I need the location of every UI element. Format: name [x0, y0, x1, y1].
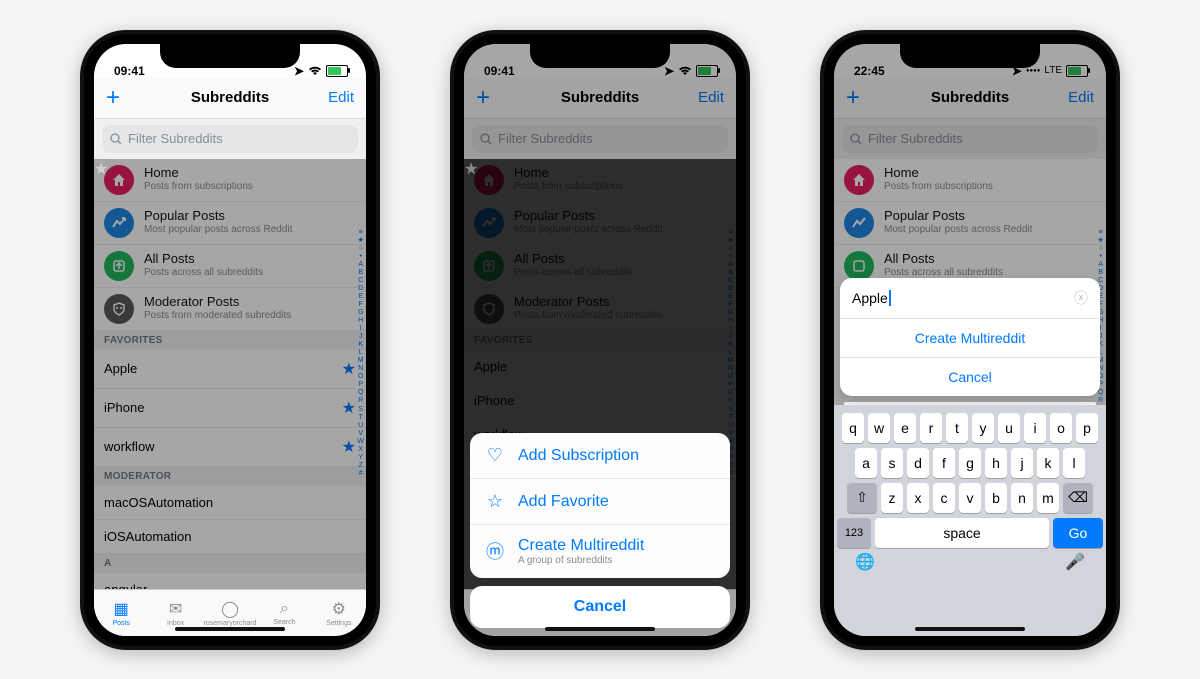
- key-f[interactable]: f: [933, 448, 955, 478]
- multireddit-icon: ⓜ: [484, 538, 506, 564]
- sub-item[interactable]: angular★: [94, 573, 366, 589]
- key-b[interactable]: b: [985, 483, 1007, 513]
- key-o[interactable]: o: [1050, 413, 1072, 443]
- phone-action-sheet: 09:41 ➤ +SubredditsEdit Filter Subreddit…: [450, 30, 750, 650]
- gear-icon: ⚙: [332, 599, 346, 619]
- clear-icon[interactable]: ⓧ: [1074, 288, 1088, 308]
- space-key[interactable]: space: [875, 518, 1049, 548]
- tab-posts[interactable]: ▦Posts: [94, 590, 148, 636]
- cancel-button[interactable]: Cancel: [470, 586, 730, 628]
- go-key[interactable]: Go: [1053, 518, 1103, 548]
- cancel-button[interactable]: Cancel: [840, 358, 1100, 396]
- home-indicator[interactable]: [175, 627, 285, 631]
- key-s[interactable]: s: [881, 448, 903, 478]
- battery-icon: [326, 65, 348, 77]
- backspace-key[interactable]: ⌫: [1063, 483, 1093, 513]
- key-l[interactable]: l: [1063, 448, 1085, 478]
- location-icon: ➤: [294, 64, 304, 78]
- name-input-sheet: Apple ⓧ Create Multireddit Cancel: [840, 278, 1100, 396]
- clock: 09:41: [114, 64, 145, 78]
- action-sheet: ♡ Add Subscription ☆ Add Favorite ⓜ Crea…: [470, 433, 730, 628]
- edit-button[interactable]: Edit: [312, 89, 354, 106]
- key-g[interactable]: g: [959, 448, 981, 478]
- multireddit-name-input[interactable]: Apple ⓧ: [840, 278, 1100, 319]
- key-v[interactable]: v: [959, 483, 981, 513]
- wifi-icon: [308, 66, 322, 76]
- key-y[interactable]: y: [972, 413, 994, 443]
- add-favorite-button[interactable]: ☆ Add Favorite: [470, 479, 730, 525]
- globe-icon[interactable]: 🌐: [855, 552, 875, 572]
- key-u[interactable]: u: [998, 413, 1020, 443]
- nav-bar: + Subreddits Edit: [94, 78, 366, 119]
- key-j[interactable]: j: [1011, 448, 1033, 478]
- add-subscription-button[interactable]: ♡ Add Subscription: [470, 433, 730, 479]
- key-k[interactable]: k: [1037, 448, 1059, 478]
- key-w[interactable]: w: [868, 413, 890, 443]
- key-d[interactable]: d: [907, 448, 929, 478]
- numbers-key[interactable]: 123: [837, 518, 871, 548]
- mic-icon[interactable]: 🎤: [1065, 552, 1085, 572]
- shift-key[interactable]: ⇧: [847, 483, 877, 513]
- search-input[interactable]: Filter Subreddits: [102, 125, 358, 153]
- key-t[interactable]: t: [946, 413, 968, 443]
- key-h[interactable]: h: [985, 448, 1007, 478]
- key-q[interactable]: q: [842, 413, 864, 443]
- heart-icon: ♡: [484, 445, 506, 466]
- key-r[interactable]: r: [920, 413, 942, 443]
- key-x[interactable]: x: [907, 483, 929, 513]
- profile-icon: ◯: [221, 599, 239, 619]
- key-p[interactable]: p: [1076, 413, 1098, 443]
- star-outline-icon[interactable]: ★: [94, 159, 366, 589]
- page-title: Subreddits: [191, 89, 269, 106]
- phone-list-view: 09:41 ➤ + Subreddits Edit: [80, 30, 380, 650]
- search-icon: ⌕: [280, 600, 289, 618]
- phone-create-multireddit: 22:45 ➤ ●●●● LTE +SubredditsEdit Filter …: [820, 30, 1120, 650]
- key-a[interactable]: a: [855, 448, 877, 478]
- star-icon: ☆: [484, 491, 506, 512]
- inbox-icon: ✉: [169, 599, 182, 619]
- keyboard[interactable]: qwertyuiop asdfghjkl ⇧ zxcvbnm ⌫ 123 spa…: [834, 405, 1106, 636]
- key-m[interactable]: m: [1037, 483, 1059, 513]
- tab-settings[interactable]: ⚙Settings: [312, 590, 366, 636]
- search-icon: [110, 133, 122, 145]
- create-multireddit-button[interactable]: ⓜ Create MultiredditA group of subreddit…: [470, 525, 730, 578]
- key-n[interactable]: n: [1011, 483, 1033, 513]
- key-z[interactable]: z: [881, 483, 903, 513]
- create-multireddit-button[interactable]: Create Multireddit: [840, 319, 1100, 358]
- key-e[interactable]: e: [894, 413, 916, 443]
- key-i[interactable]: i: [1024, 413, 1046, 443]
- search-placeholder: Filter Subreddits: [128, 131, 223, 146]
- key-c[interactable]: c: [933, 483, 955, 513]
- add-button[interactable]: +: [106, 84, 148, 112]
- posts-icon: ▦: [114, 599, 129, 619]
